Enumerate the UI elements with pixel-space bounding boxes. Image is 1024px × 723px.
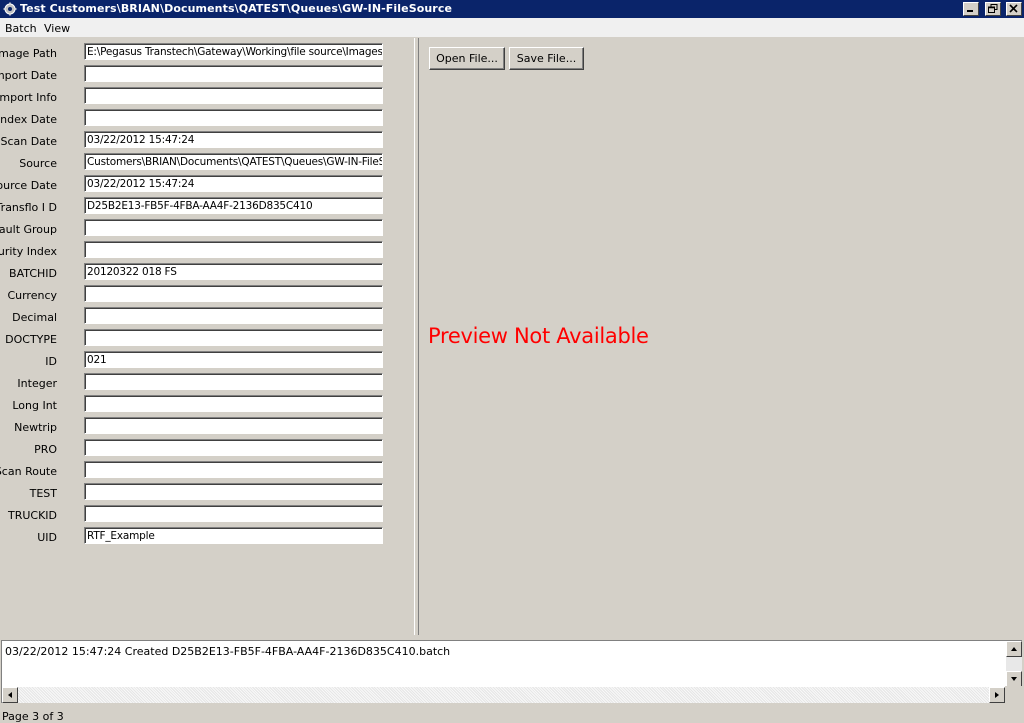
field-input[interactable]: E:\Pegasus Transtech\Gateway\Working\fil… [84,43,383,60]
field-newtrip: Newtrip [1,417,391,437]
field-security-index: Security Index [0,241,391,261]
field-label: UID [37,531,57,544]
field-uid: UID RTF_Example [1,527,391,547]
field-label: Default Group [0,223,57,236]
field-input[interactable] [84,483,383,500]
scroll-up-button[interactable] [1006,641,1022,657]
arrow-up-icon [1011,647,1017,651]
preview-panel: Open File... Save File... Preview Not Av… [419,38,1023,635]
close-button[interactable] [1006,2,1022,16]
field-label: Security Index [0,245,57,258]
field-long-int: Long Int [1,395,391,415]
field-source: Source Customers\BRIAN\Documents\QATEST\… [1,153,391,173]
status-bar: Page 3 of 3 [0,705,1024,723]
field-label: Newtrip [14,421,57,434]
field-label: ID [45,355,57,368]
window-controls [961,2,1022,16]
scroll-left-button[interactable] [2,687,18,703]
field-label: DOCTYPE [5,333,57,346]
field-transflo-id: Transflo I D D25B2E13-FB5F-4FBA-AA4F-213… [0,197,391,217]
field-input[interactable]: Customers\BRIAN\Documents\QATEST\Queues\… [84,153,383,170]
field-label: TRUCKID [7,509,57,522]
field-pro: PRO [1,439,391,459]
open-file-button[interactable]: Open File... [429,47,505,70]
field-scan-date: Scan Date 03/22/2012 15:47:24 [0,131,391,151]
field-input[interactable] [84,109,383,126]
scrollbar-corner [1005,686,1022,703]
field-input[interactable]: D25B2E13-FB5F-4FBA-AA4F-2136D835C410 [84,197,383,214]
field-test: TEST [1,483,391,503]
field-import-date: Import Date [0,65,391,85]
field-import-info: Import Info [0,87,391,107]
vertical-scrollbar[interactable] [1006,641,1022,687]
menu-view[interactable]: View [44,22,70,35]
field-label: Scan Route [0,465,57,478]
field-input[interactable] [84,285,383,302]
field-label: Source [19,157,57,170]
menu-batch[interactable]: Batch [5,22,37,35]
field-label: PRO [34,443,57,456]
log-panel[interactable]: 03/22/2012 15:47:24 Created D25B2E13-FB5… [1,640,1022,703]
field-label: Decimal [12,311,57,324]
page-indicator: Page 3 of 3 [2,710,64,723]
field-input[interactable] [84,65,383,82]
field-truckid: TRUCKID [1,505,391,525]
field-doctype: DOCTYPE [1,329,391,349]
field-input[interactable] [84,241,383,258]
minimize-button[interactable] [963,2,979,16]
field-label: Index Date [0,113,57,126]
field-source-date: Source Date 03/22/2012 15:47:24 [0,175,391,195]
window-title: Test Customers\BRIAN\Documents\QATEST\Qu… [20,2,453,15]
field-input[interactable] [84,505,383,522]
field-input[interactable] [84,373,383,390]
field-label: Image Path [0,47,57,60]
field-index-date: Index Date [0,109,391,129]
field-input[interactable]: RTF_Example [84,527,383,544]
log-line: 03/22/2012 15:47:24 Created D25B2E13-FB5… [5,645,451,658]
arrow-down-icon [1011,677,1017,681]
field-input[interactable]: 03/22/2012 15:47:24 [84,175,383,192]
field-input[interactable] [84,417,383,434]
field-input[interactable] [84,439,383,456]
field-decimal: Decimal [1,307,391,327]
field-label: Import Date [0,69,57,82]
field-input[interactable] [84,307,383,324]
preview-message: Preview Not Available [428,324,649,348]
field-image-path: Image Path E:\Pegasus Transtech\Gateway\… [0,43,391,63]
field-batchid: BATCHID 20120322 018 FS [1,263,391,283]
field-input[interactable] [84,219,383,236]
field-input[interactable] [84,329,383,346]
title-bar: Test Customers\BRIAN\Documents\QATEST\Qu… [0,0,1024,18]
restore-button[interactable] [984,2,1001,16]
field-input[interactable]: 03/22/2012 15:47:24 [84,131,383,148]
field-currency: Currency [1,285,391,305]
index-fields-panel: Image Path E:\Pegasus Transtech\Gateway\… [0,38,415,635]
field-label: Source Date [0,179,57,192]
field-input[interactable] [84,395,383,412]
field-input[interactable] [84,461,383,478]
arrow-left-icon [8,692,12,698]
field-integer: Integer [1,373,391,393]
field-input[interactable] [84,87,383,104]
save-file-button[interactable]: Save File... [509,47,584,70]
field-label: Transflo I D [0,201,57,214]
field-default-group: Default Group [0,219,391,239]
field-label: TEST [29,487,57,500]
field-scan-route: Scan Route [0,461,391,481]
scroll-down-button[interactable] [1006,671,1022,687]
menu-bar: Batch View [0,18,1024,37]
field-label: Import Info [0,91,57,104]
field-input[interactable]: 021 [84,351,383,368]
field-id: ID 021 [1,351,391,371]
horizontal-scrollbar[interactable] [2,687,1005,703]
arrow-right-icon [995,692,999,698]
field-label: Scan Date [0,135,57,148]
field-label: Long Int [12,399,57,412]
scroll-right-button[interactable] [989,687,1005,703]
field-label: Currency [7,289,57,302]
field-input[interactable]: 20120322 018 FS [84,263,383,280]
field-label: Integer [17,377,57,390]
gear-icon[interactable] [3,2,17,16]
field-label: BATCHID [9,267,57,280]
